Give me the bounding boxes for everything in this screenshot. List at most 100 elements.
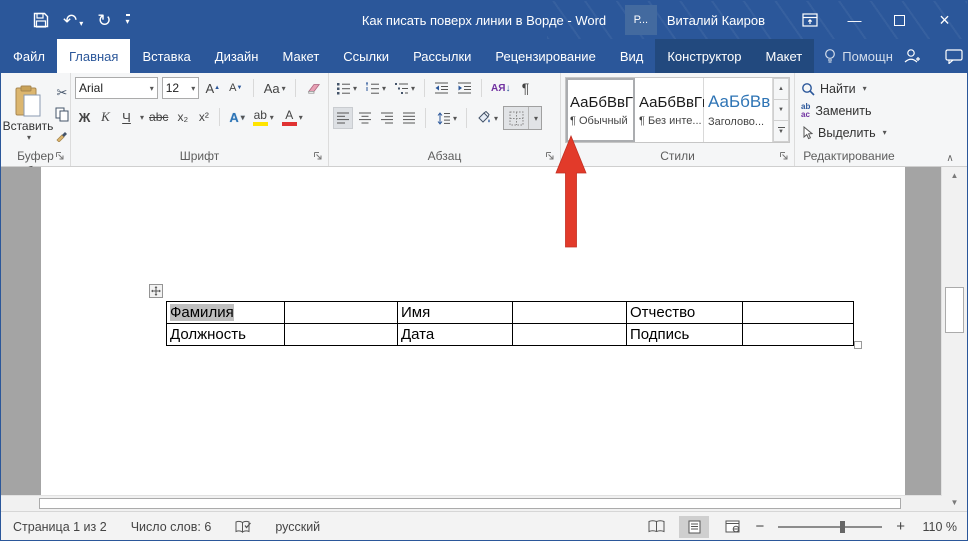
tab-view[interactable]: Вид [608, 39, 656, 73]
font-name-dropdown-icon[interactable]: ▾ [150, 84, 154, 93]
change-case-button[interactable]: Aa▾ [262, 77, 287, 99]
horizontal-scroll-thumb[interactable] [39, 498, 901, 509]
styles-scroll-down-button[interactable]: ▼ [773, 99, 789, 120]
horizontal-scrollbar[interactable] [1, 495, 942, 511]
bullets-button[interactable]: ▾ [333, 77, 360, 99]
multilevel-dropdown-icon[interactable]: ▾ [411, 84, 415, 93]
align-center-button[interactable] [355, 107, 375, 129]
web-layout-button[interactable] [717, 516, 747, 538]
collapse-ribbon-button[interactable]: ∧ [939, 153, 961, 164]
clipboard-dialog-launcher[interactable] [55, 151, 65, 161]
vertical-scrollbar[interactable]: ▲ ▼ [941, 167, 967, 511]
superscript-button[interactable]: х² [194, 106, 213, 128]
scroll-up-button[interactable]: ▲ [942, 167, 967, 184]
increase-indent-button[interactable] [454, 77, 475, 99]
zoom-percentage[interactable]: 110 % [913, 520, 957, 534]
font-size-combobox[interactable]: 12 ▾ [162, 77, 200, 99]
zoom-slider-thumb[interactable] [840, 521, 845, 533]
tab-table-design[interactable]: Конструктор [655, 39, 753, 73]
text-effects-dropdown-icon[interactable]: ▾ [241, 113, 245, 122]
line-spacing-dropdown-icon[interactable]: ▾ [453, 114, 457, 123]
maximize-button[interactable] [877, 1, 922, 39]
format-painter-button[interactable] [53, 126, 71, 144]
select-dropdown-icon[interactable]: ▾ [883, 128, 887, 137]
underline-dropdown-icon[interactable]: ▾ [140, 113, 144, 122]
clear-formatting-button[interactable] [304, 77, 324, 99]
paragraph-dialog-launcher[interactable] [545, 151, 555, 161]
table-cell[interactable] [743, 302, 854, 324]
tab-design[interactable]: Дизайн [203, 39, 271, 73]
multilevel-list-button[interactable]: ▾ [391, 77, 418, 99]
ribbon-display-options-button[interactable] [787, 1, 832, 39]
select-button[interactable]: Выделить▾ [801, 122, 899, 143]
tab-mailings[interactable]: Рассылки [401, 39, 483, 73]
paste-button[interactable]: Вставить ▾ [5, 85, 51, 142]
tab-review[interactable]: Рецензирование [483, 39, 607, 73]
borders-button[interactable] [504, 107, 528, 129]
replace-button[interactable]: abac Заменить [801, 100, 899, 121]
strikethrough-button[interactable]: abc [146, 106, 171, 128]
scroll-down-button[interactable]: ▼ [942, 494, 967, 511]
word-count[interactable]: Число слов: 6 [131, 520, 212, 534]
shrink-font-button[interactable]: А▼ [226, 77, 245, 99]
justify-button[interactable] [399, 107, 419, 129]
tab-table-layout[interactable]: Макет [753, 39, 814, 73]
tab-insert[interactable]: Вставка [130, 39, 202, 73]
table-cell[interactable] [513, 302, 627, 324]
table-cell[interactable]: Должность [167, 324, 285, 346]
styles-more-button[interactable]: ▼ [773, 120, 789, 142]
table-cell[interactable]: Имя [398, 302, 513, 324]
account-chip[interactable]: Р... [625, 5, 657, 35]
table-resize-handle[interactable] [854, 341, 862, 349]
borders-dropdown-button[interactable]: ▾ [528, 107, 541, 129]
table-cell[interactable] [743, 324, 854, 346]
line-spacing-button[interactable]: ▾ [432, 107, 460, 129]
table-move-handle[interactable] [149, 284, 163, 298]
share-contact-button[interactable] [903, 48, 921, 64]
find-button[interactable]: Найти▾ [801, 78, 899, 99]
tab-layout[interactable]: Макет [270, 39, 331, 73]
highlight-color-button[interactable]: ab ▾ [250, 106, 277, 128]
underline-button[interactable]: Ч [117, 106, 136, 128]
grow-font-button[interactable]: А▲ [203, 77, 222, 99]
styles-scroll-up-button[interactable]: ▲ [773, 78, 789, 99]
undo-dropdown-icon[interactable]: ▾ [79, 19, 83, 28]
table-cell[interactable]: Фамилия [167, 302, 285, 324]
tab-file[interactable]: Файл [1, 39, 57, 73]
italic-button[interactable]: К [96, 106, 115, 128]
show-paragraph-marks-button[interactable]: ¶ [515, 77, 535, 99]
style-heading1[interactable]: АаБбВв Заголово... [704, 78, 773, 142]
numbering-dropdown-icon[interactable]: ▾ [382, 84, 386, 93]
customize-qat-button[interactable]: ▾ [126, 14, 130, 26]
bold-button[interactable]: Ж [75, 106, 94, 128]
zoom-out-button[interactable]: − [755, 518, 764, 535]
comments-button[interactable] [945, 49, 963, 64]
proofing-status-icon[interactable] [235, 520, 251, 534]
zoom-slider[interactable] [778, 526, 882, 528]
change-case-dropdown-icon[interactable]: ▾ [282, 84, 286, 93]
font-dialog-launcher[interactable] [313, 151, 323, 161]
style-normal[interactable]: АаБбВвГг, ¶ Обычный [566, 78, 635, 142]
save-icon[interactable] [33, 12, 49, 28]
find-dropdown-icon[interactable]: ▾ [863, 84, 867, 93]
tab-references[interactable]: Ссылки [331, 39, 401, 73]
highlight-dropdown-icon[interactable]: ▾ [270, 113, 274, 122]
table-cell[interactable] [285, 302, 398, 324]
close-button[interactable]: × [922, 1, 967, 39]
undo-button[interactable]: ↶▾ [63, 12, 83, 29]
subscript-button[interactable]: х₂ [173, 106, 192, 128]
tab-home[interactable]: Главная [57, 39, 130, 73]
font-size-dropdown-icon[interactable]: ▾ [191, 84, 195, 93]
table-cell[interactable]: Дата [398, 324, 513, 346]
table-cell[interactable] [285, 324, 398, 346]
text-effects-button[interactable]: А▾ [226, 106, 247, 128]
print-layout-button[interactable] [679, 516, 709, 538]
tell-me-assistant[interactable]: Помощн [814, 39, 903, 73]
document-page[interactable]: Фамилия Имя Отчество Должность Дата Подп… [41, 167, 905, 495]
user-name[interactable]: Виталий Каиров [667, 13, 765, 28]
shading-button[interactable]: ▾ [473, 107, 501, 129]
decrease-indent-button[interactable] [431, 77, 452, 99]
zoom-in-button[interactable]: + [896, 518, 905, 535]
align-right-button[interactable] [377, 107, 397, 129]
align-left-button[interactable] [333, 107, 353, 129]
